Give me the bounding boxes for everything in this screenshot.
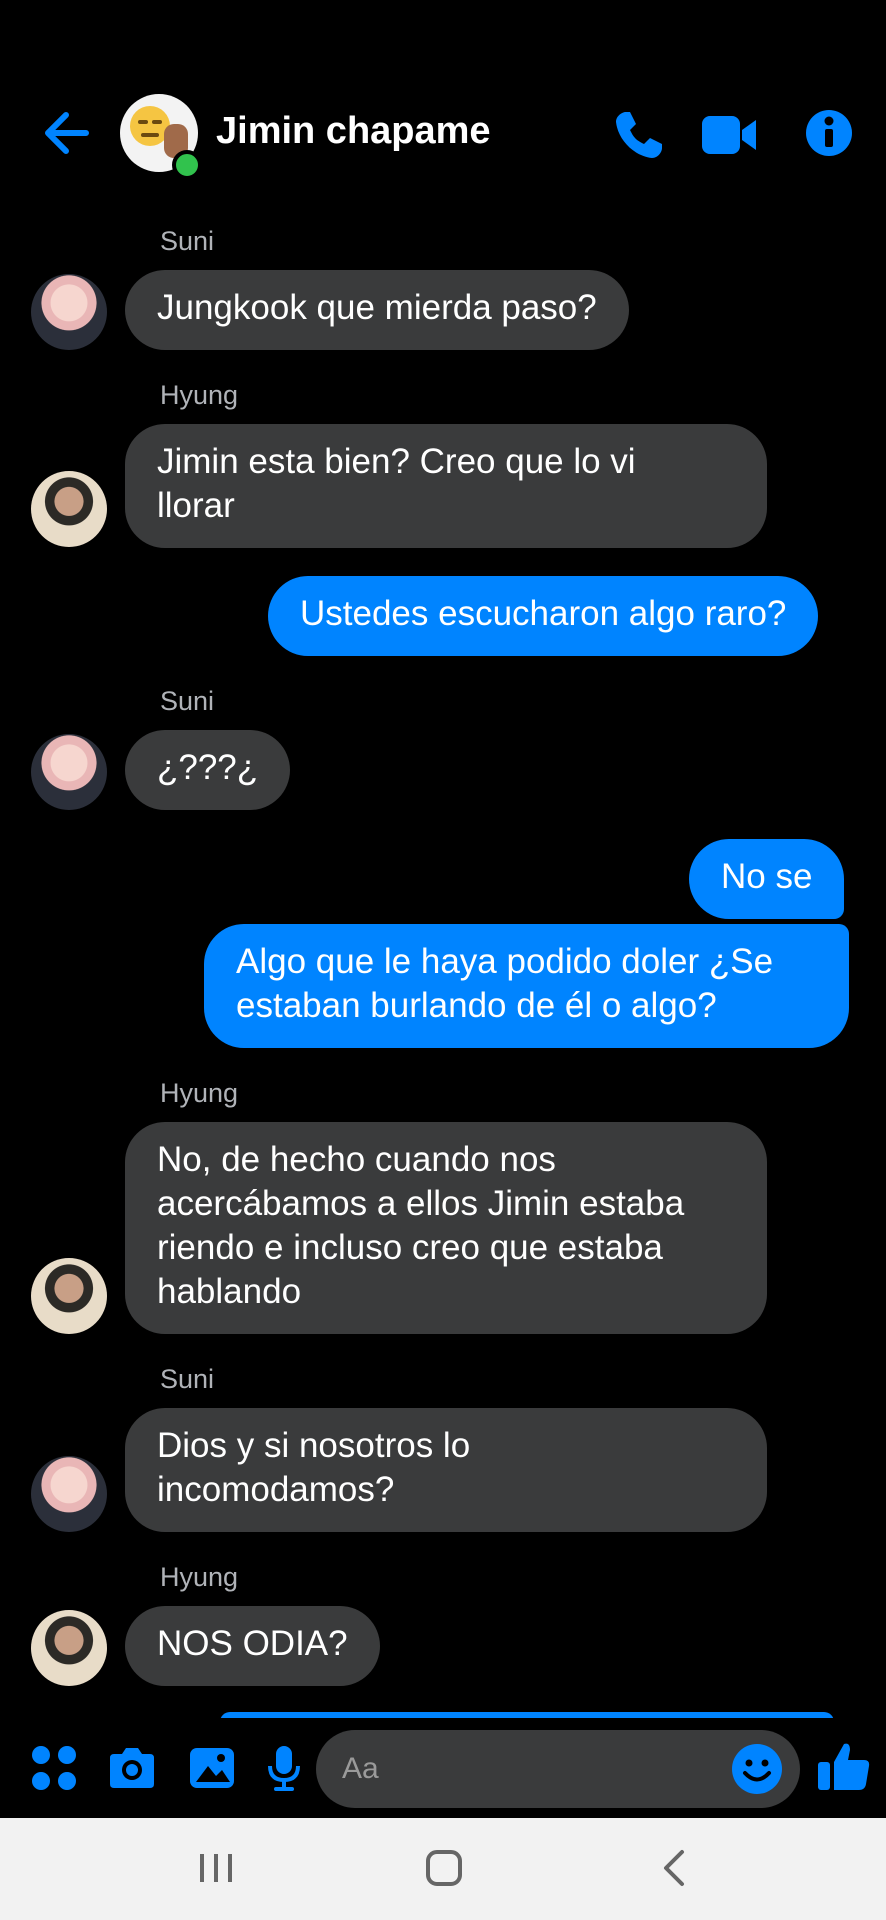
sender-name: Hyung xyxy=(160,380,239,410)
thumbs-up-icon[interactable] xyxy=(816,1738,872,1794)
phone-icon[interactable] xyxy=(612,108,666,162)
apps-grid-icon[interactable] xyxy=(28,1742,80,1794)
message-bubble-incoming[interactable]: No, de hecho cuando nos acercábamos a el… xyxy=(125,1122,767,1334)
avatar[interactable] xyxy=(31,1258,107,1334)
avatar[interactable] xyxy=(31,1456,107,1532)
message-bubble-incoming[interactable]: Jimin esta bien? Creo que lo vi llorar xyxy=(125,424,767,548)
sender-name: Suni xyxy=(160,1364,215,1394)
online-status-indicator xyxy=(172,150,202,180)
microphone-icon[interactable] xyxy=(258,1742,310,1794)
message-input[interactable] xyxy=(316,1730,800,1808)
message-input-placeholder: Aa xyxy=(342,1752,379,1785)
avatar[interactable] xyxy=(31,1610,107,1686)
video-camera-icon[interactable] xyxy=(700,110,758,160)
sender-name: Suni xyxy=(160,686,215,716)
message-bubble-incoming[interactable]: Jungkook que mierda paso? xyxy=(125,270,629,350)
avatar[interactable] xyxy=(31,274,107,350)
info-icon[interactable] xyxy=(804,108,854,158)
sender-name: Hyung xyxy=(160,1078,239,1108)
sender-name: Suni xyxy=(160,226,215,256)
message-bubble-incoming[interactable]: Dios y si nosotros lo incomodamos? xyxy=(125,1408,767,1532)
message-bubble-incoming[interactable]: ¿???¿ xyxy=(125,730,291,810)
message-bubble-outgoing[interactable]: Ustedes escucharon algo raro? xyxy=(268,576,819,656)
home-icon[interactable] xyxy=(424,1848,464,1888)
avatar[interactable] xyxy=(31,471,107,547)
message-bubble-incoming[interactable]: NOS ODIA? xyxy=(125,1606,380,1686)
arrow-left-icon[interactable] xyxy=(40,105,96,161)
message-bubble-outgoing[interactable]: Algo que le haya podido doler ¿Se estaba… xyxy=(204,924,849,1048)
chat-header: Jimin chapame xyxy=(0,0,886,200)
avatar[interactable] xyxy=(31,734,107,810)
camera-icon[interactable] xyxy=(106,1742,158,1794)
back-icon[interactable] xyxy=(654,1848,694,1888)
chat-title[interactable]: Jimin chapame xyxy=(216,110,491,153)
message-bubble-outgoing[interactable]: No se xyxy=(689,839,845,919)
sender-name: Hyung xyxy=(160,1562,239,1592)
recent-apps-icon[interactable] xyxy=(196,1848,236,1888)
smiley-icon[interactable] xyxy=(730,1742,784,1796)
image-icon[interactable] xyxy=(186,1742,238,1794)
